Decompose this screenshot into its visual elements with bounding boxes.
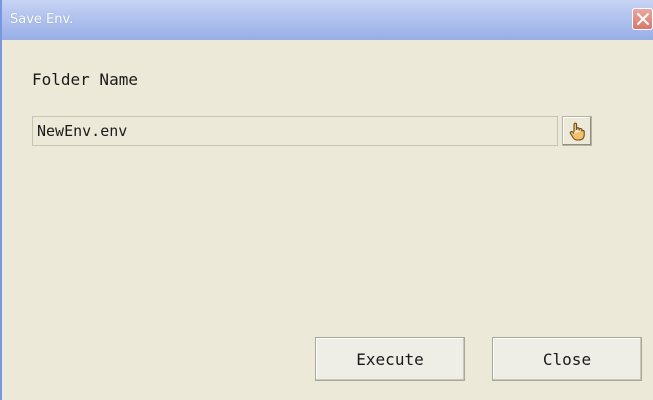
pointing-hand-icon [569, 122, 585, 141]
title-bar[interactable]: Save Env. [2, 0, 653, 40]
close-icon [637, 13, 649, 25]
execute-button[interactable]: Execute [315, 337, 465, 381]
folder-name-input[interactable] [32, 116, 558, 146]
folder-name-label: Folder Name [32, 70, 138, 89]
close-button[interactable]: Close [492, 337, 642, 381]
save-env-dialog: Save Env. Folder Name Execute Close [0, 0, 653, 400]
window-title: Save Env. [10, 12, 74, 27]
browse-button[interactable] [562, 116, 592, 146]
window-close-button[interactable] [632, 8, 653, 30]
